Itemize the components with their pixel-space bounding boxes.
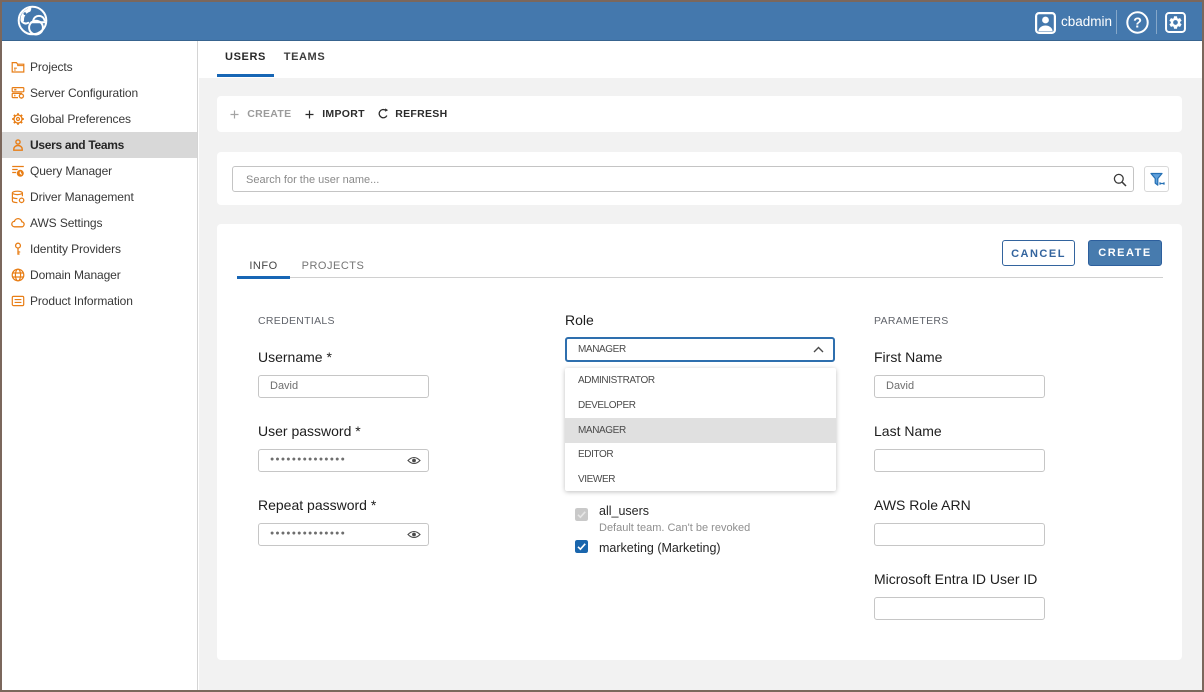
svg-text:?: ?: [1133, 16, 1142, 32]
